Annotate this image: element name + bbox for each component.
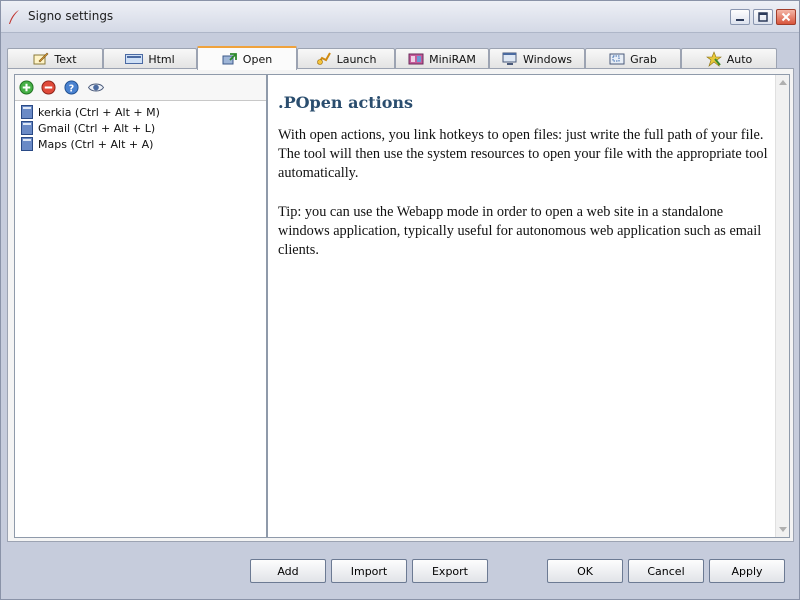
list-item[interactable]: Gmail (Ctrl + Alt + L) — [15, 120, 266, 136]
add-button[interactable]: Add — [250, 559, 326, 583]
svg-text:?: ? — [69, 83, 74, 94]
document-icon — [21, 121, 33, 135]
help-icon[interactable]: ? — [64, 80, 79, 95]
tab-open[interactable]: Open — [197, 46, 297, 70]
help-scrollbar[interactable] — [775, 75, 789, 537]
tab-label: Html — [148, 52, 175, 66]
tab-text[interactable]: Text — [7, 48, 103, 69]
tab-label: Auto — [726, 52, 753, 66]
tab-label: MiniRAM — [429, 52, 476, 66]
help-content: .POpen actions With open actions, you li… — [278, 93, 768, 279]
list-item-label: kerkia (Ctrl + Alt + M) — [38, 105, 160, 119]
tab-label: Open — [242, 52, 273, 66]
open-tab-panel: ? kerkia (Ctrl + Alt + M) Gmail (Ctrl + … — [7, 68, 794, 542]
help-heading: .POpen actions — [278, 93, 413, 112]
view-icon[interactable] — [87, 80, 105, 95]
tab-label: Windows — [522, 52, 573, 66]
document-icon — [21, 137, 33, 151]
import-button[interactable]: Import — [331, 559, 407, 583]
apply-button[interactable]: Apply — [709, 559, 785, 583]
settings-window: Signo settings Text Html Open Launch Min… — [0, 0, 800, 600]
auto-icon — [705, 51, 722, 67]
cancel-button[interactable]: Cancel — [628, 559, 704, 583]
tab-auto[interactable]: Auto — [681, 48, 777, 69]
windows-icon — [502, 52, 517, 65]
list-item[interactable]: Maps (Ctrl + Alt + A) — [15, 136, 266, 152]
minimize-button[interactable] — [730, 9, 750, 25]
tab-launch[interactable]: Launch — [297, 48, 395, 69]
tab-grab[interactable]: Grab — [585, 48, 681, 69]
launch-icon — [316, 52, 331, 65]
scroll-down-icon[interactable] — [779, 527, 787, 533]
close-button[interactable] — [776, 9, 796, 25]
signo-feather-icon — [9, 10, 19, 24]
help-paragraph: With open actions, you link hotkeys to o… — [278, 127, 768, 182]
help-paragraph: Tip: you can use the Webapp mode in orde… — [278, 203, 762, 259]
miniram-icon — [408, 53, 424, 65]
maximize-icon — [758, 12, 768, 22]
list-item-label: Gmail (Ctrl + Alt + L) — [38, 121, 156, 135]
minimize-icon — [736, 19, 744, 21]
tab-label: Grab — [630, 52, 657, 66]
list-toolbar: ? — [15, 75, 266, 101]
list-item-label: Maps (Ctrl + Alt + A) — [38, 137, 154, 151]
grab-icon — [609, 53, 625, 65]
tab-miniram[interactable]: MiniRAM — [395, 48, 489, 69]
add-icon[interactable] — [19, 80, 34, 95]
tab-label: Text — [54, 52, 77, 66]
title-bar[interactable]: Signo settings — [1, 1, 799, 33]
tab-label: Launch — [336, 52, 377, 66]
scroll-up-icon[interactable] — [779, 79, 787, 85]
tab-html[interactable]: Html — [103, 48, 197, 69]
remove-icon[interactable] — [41, 80, 56, 95]
tab-strip: Text Html Open Launch MiniRAM Windows Gr… — [7, 46, 793, 70]
help-pane: .POpen actions With open actions, you li… — [267, 74, 790, 538]
html-icon — [125, 54, 144, 64]
export-button[interactable]: Export — [412, 559, 488, 583]
tab-windows[interactable]: Windows — [489, 48, 585, 69]
actions-list-pane: ? kerkia (Ctrl + Alt + M) Gmail (Ctrl + … — [14, 74, 267, 538]
actions-list: kerkia (Ctrl + Alt + M) Gmail (Ctrl + Al… — [15, 101, 266, 152]
ok-button[interactable]: OK — [547, 559, 623, 583]
text-edit-icon — [33, 52, 49, 65]
list-item[interactable]: kerkia (Ctrl + Alt + M) — [15, 104, 266, 120]
maximize-button[interactable] — [753, 9, 773, 25]
open-icon — [222, 53, 237, 65]
window-title: Signo settings — [28, 9, 114, 23]
close-icon — [781, 12, 791, 22]
document-icon — [21, 105, 33, 119]
